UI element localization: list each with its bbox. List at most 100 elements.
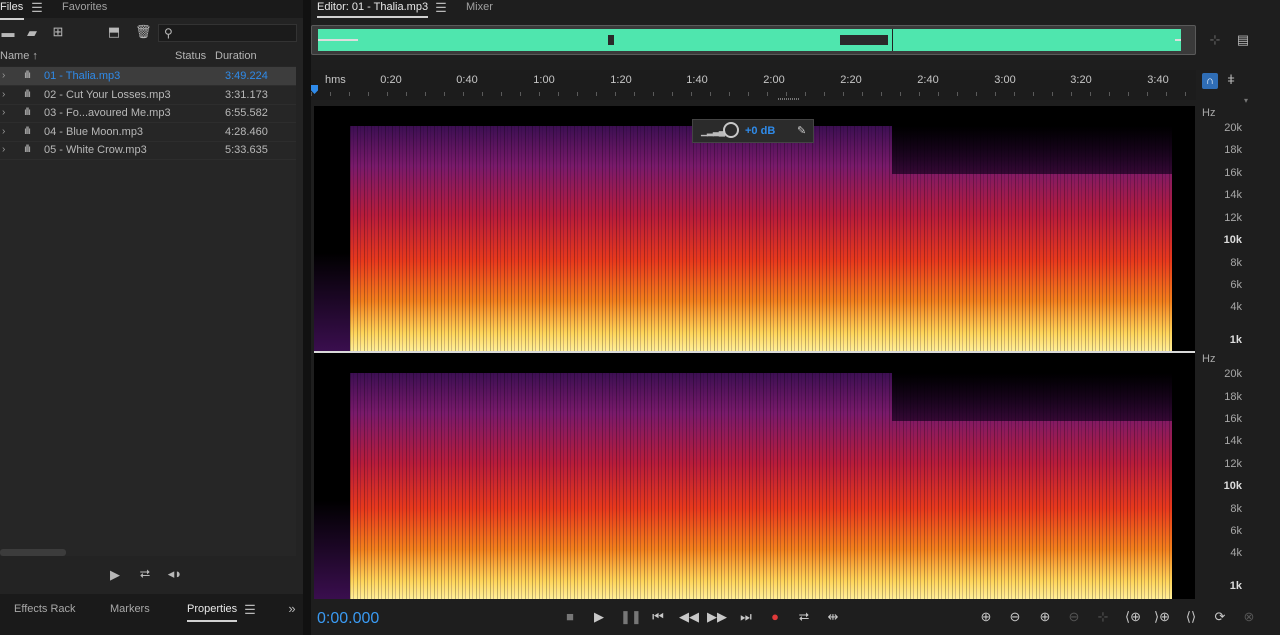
file-row[interactable]: › ıllı 01 - Thalia.mp3 3:49.224 bbox=[0, 67, 296, 86]
tab-markers[interactable]: Markers bbox=[110, 602, 150, 620]
spectrogram-shadow bbox=[892, 373, 1172, 421]
ruler-minor-ticks bbox=[311, 92, 1196, 96]
column-duration[interactable]: Duration bbox=[215, 48, 257, 64]
tab-effects-rack[interactable]: Effects Rack bbox=[14, 602, 76, 620]
editor-menu-icon[interactable]: ☰ bbox=[435, 1, 447, 14]
hz-label: 16k bbox=[1224, 413, 1242, 425]
expand-chevron-icon[interactable]: › bbox=[2, 67, 5, 85]
horizontal-scrollbar[interactable] bbox=[0, 549, 66, 556]
hz-label: 10k bbox=[1223, 234, 1242, 246]
marker-pin-icon[interactable]: ǂ bbox=[1226, 73, 1236, 86]
frequency-axis-top: Hz 20k 18k 16k 14k 12k 10k 8k 6k 4k 1k bbox=[1196, 100, 1246, 353]
file-name: 03 - Fo...avoured Me.mp3 bbox=[44, 107, 171, 119]
fast-forward-icon[interactable]: ▶▶ bbox=[707, 609, 727, 625]
hz-label: 6k bbox=[1230, 525, 1242, 537]
tab-editor[interactable]: Editor: 01 - Thalia.mp3 bbox=[317, 0, 429, 18]
ruler-tick-label: 2:00 bbox=[763, 74, 785, 86]
axis-options-chevron-icon[interactable]: ▾ bbox=[1244, 96, 1248, 105]
spectral-display-right-channel[interactable] bbox=[314, 353, 1195, 599]
search-icon: ⚲ bbox=[164, 26, 173, 40]
auto-play-speaker-icon[interactable]: ◂◗ bbox=[165, 567, 185, 580]
panel-menu-icon[interactable]: ☰ bbox=[30, 1, 44, 14]
tab-mixer[interactable]: Mixer bbox=[466, 0, 493, 16]
open-folder-icon[interactable]: ▬ bbox=[0, 26, 16, 39]
delete-icon[interactable]: 🗑 bbox=[135, 25, 152, 38]
time-ruler[interactable]: hms 0:20 0:40 1:00 1:20 1:40 2:00 2:20 2… bbox=[311, 70, 1196, 100]
waveform-icon: ıllı bbox=[24, 70, 31, 81]
spectrogram-shadow bbox=[892, 126, 1172, 174]
skip-selection-icon[interactable]: ⇹ bbox=[824, 609, 842, 625]
expand-chevron-icon[interactable]: › bbox=[2, 123, 5, 141]
current-time-display[interactable]: 0:00.000 bbox=[317, 610, 379, 628]
zoom-in-time-icon[interactable]: ⊕ bbox=[1034, 609, 1056, 625]
panel-menu-icon[interactable]: ☰ bbox=[243, 603, 257, 616]
zoom-in-amplitude-icon[interactable]: ⊕ bbox=[975, 609, 997, 625]
view-options-icon[interactable]: ▤ bbox=[1235, 33, 1251, 46]
tab-files[interactable]: Files bbox=[0, 0, 24, 20]
snap-magnet-icon[interactable]: ∩ bbox=[1202, 73, 1218, 89]
new-file-icon[interactable]: ⊞ bbox=[49, 25, 67, 38]
pin-icon[interactable]: ✎ bbox=[797, 124, 806, 137]
tab-favorites[interactable]: Favorites bbox=[62, 0, 107, 18]
skip-to-end-icon[interactable]: ⏭ bbox=[737, 609, 755, 625]
hz-label: 18k bbox=[1224, 144, 1242, 156]
gain-knob-icon[interactable] bbox=[723, 122, 739, 138]
frequency-axis-bottom: Hz 20k 18k 16k 14k 12k 10k 8k 6k 4k 1k bbox=[1196, 353, 1246, 599]
hz-label: 1k bbox=[1229, 334, 1242, 346]
expand-chevron-icon[interactable]: › bbox=[2, 86, 5, 104]
rewind-icon[interactable]: ◀◀ bbox=[679, 609, 699, 625]
insert-into-icon[interactable]: ⬒ bbox=[104, 25, 124, 38]
ruler-grip[interactable] bbox=[778, 98, 800, 100]
zoom-spectral-icon[interactable]: ⊗ bbox=[1238, 609, 1260, 625]
zoom-out-time-icon[interactable]: ⊖ bbox=[1063, 609, 1085, 625]
hz-label: 20k bbox=[1224, 368, 1242, 380]
gain-value[interactable]: +0 dB bbox=[745, 125, 775, 137]
hz-label: 8k bbox=[1230, 503, 1242, 515]
stop-icon[interactable]: ■ bbox=[561, 609, 579, 625]
ruler-tick-label: 3:00 bbox=[994, 74, 1016, 86]
zoom-selection-icon[interactable]: ⊹ bbox=[1092, 609, 1114, 625]
loop-playback-icon[interactable]: ⮂ bbox=[795, 609, 813, 625]
file-row[interactable]: › ıllı 05 - White Crow.mp3 5:33.635 bbox=[0, 141, 296, 160]
zoom-in-right-icon[interactable]: ⟩⊕ bbox=[1151, 609, 1173, 625]
play-icon[interactable]: ▶ bbox=[590, 609, 608, 625]
pause-icon[interactable]: ❚❚ bbox=[620, 609, 642, 625]
zoom-navigator-icon[interactable]: ⊹ bbox=[1206, 33, 1224, 46]
skip-to-start-icon[interactable]: ⏮ bbox=[649, 609, 667, 625]
column-name[interactable]: Name ↑ bbox=[0, 48, 38, 64]
overview-waveform bbox=[318, 29, 1181, 51]
gain-hud[interactable]: ▁▂▃▄ +0 dB ✎ bbox=[692, 119, 814, 143]
file-name: 01 - Thalia.mp3 bbox=[44, 70, 121, 82]
files-panel-tabbar: Files ☰ Favorites bbox=[0, 0, 303, 20]
preview-loop-icon[interactable]: ⮂ bbox=[137, 567, 153, 580]
expand-chevron-icon[interactable]: › bbox=[2, 104, 5, 122]
record-icon[interactable]: ● bbox=[766, 609, 784, 625]
column-status[interactable]: Status bbox=[175, 48, 206, 64]
hz-label: 1k bbox=[1229, 580, 1242, 592]
expand-panels-icon[interactable]: » bbox=[285, 602, 299, 615]
waveform-quiet-outro bbox=[1175, 39, 1181, 41]
overview-navigator[interactable] bbox=[311, 25, 1196, 55]
file-duration: 6:55.582 bbox=[225, 107, 268, 119]
file-row[interactable]: › ıllı 03 - Fo...avoured Me.mp3 6:55.582 bbox=[0, 104, 296, 123]
file-name: 05 - White Crow.mp3 bbox=[44, 144, 147, 156]
ruler-tick-label: 0:40 bbox=[456, 74, 478, 86]
ruler-tick-label: 1:20 bbox=[610, 74, 632, 86]
ruler-tick-label: 0:20 bbox=[380, 74, 402, 86]
file-row[interactable]: › ıllı 04 - Blue Moon.mp3 4:28.460 bbox=[0, 123, 296, 142]
tab-properties[interactable]: Properties bbox=[187, 602, 238, 622]
zoom-reset-icon[interactable]: ⟳ bbox=[1209, 609, 1231, 625]
search-box[interactable]: ⚲ bbox=[158, 24, 297, 42]
hz-label: 14k bbox=[1224, 189, 1242, 201]
waveform-icon: ıllı bbox=[24, 126, 31, 137]
expand-chevron-icon[interactable]: › bbox=[2, 141, 5, 159]
preview-play-icon[interactable]: ▶ bbox=[108, 568, 122, 581]
file-row[interactable]: › ıllı 02 - Cut Your Losses.mp3 3:31.173 bbox=[0, 86, 296, 105]
import-file-icon[interactable]: ▰ bbox=[24, 26, 40, 39]
hz-label: 12k bbox=[1224, 212, 1242, 224]
zoom-full-icon[interactable]: ⟨⟩ bbox=[1180, 609, 1202, 625]
zoom-in-left-icon[interactable]: ⟨⊕ bbox=[1122, 609, 1144, 625]
panel-divider[interactable] bbox=[303, 0, 311, 635]
file-name: 02 - Cut Your Losses.mp3 bbox=[44, 89, 171, 101]
zoom-out-amplitude-icon[interactable]: ⊖ bbox=[1004, 609, 1026, 625]
